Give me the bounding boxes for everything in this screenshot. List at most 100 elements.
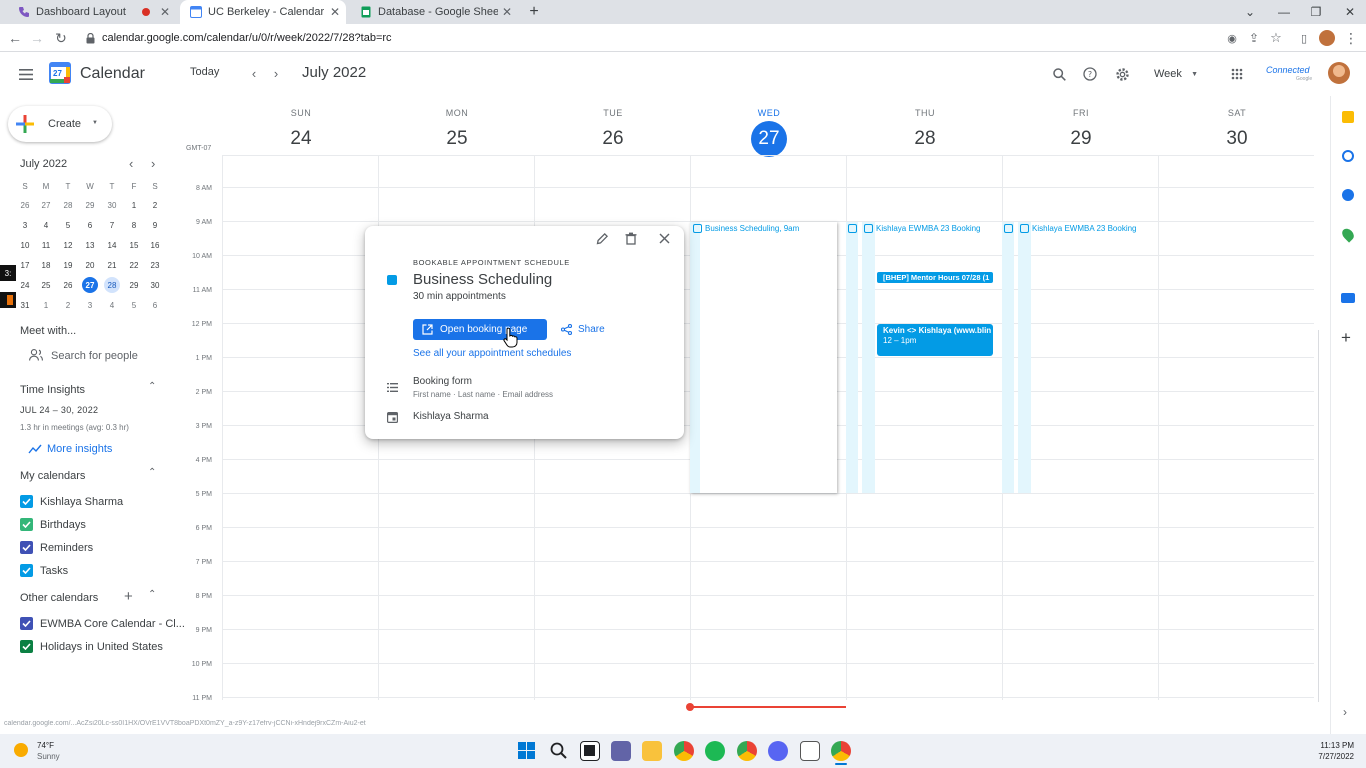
create-button[interactable]: Create ▼ (8, 106, 112, 142)
discord-icon[interactable] (768, 741, 788, 761)
availability-strip[interactable] (862, 222, 875, 493)
day-number[interactable]: 24 (283, 121, 319, 157)
collapse-chevron-icon[interactable]: ⌃ (148, 589, 156, 600)
mini-day[interactable]: 28 (104, 277, 120, 293)
mini-day[interactable]: 21 (101, 255, 123, 275)
event-kevin-meeting[interactable]: Kevin <> Kishlaya (www.blin 12 – 1pm (877, 324, 993, 356)
add-addon-plus-icon[interactable]: + (1341, 328, 1351, 348)
event-business-scheduling[interactable]: Business Scheduling, 9am (693, 224, 799, 233)
mini-day[interactable]: 26 (14, 195, 36, 215)
mini-day[interactable]: 17 (14, 255, 36, 275)
mini-day[interactable]: 25 (35, 275, 57, 295)
help-icon[interactable]: ? (1081, 65, 1099, 83)
mini-day[interactable]: 1 (35, 295, 57, 315)
spotify-icon[interactable] (705, 741, 725, 761)
day-number[interactable]: 26 (595, 121, 631, 157)
account-avatar[interactable] (1328, 62, 1350, 84)
overlay-widget[interactable]: 3: (0, 265, 16, 281)
mini-day[interactable]: 23 (144, 255, 166, 275)
mini-day[interactable]: 27 (35, 195, 57, 215)
mini-day[interactable]: 7 (101, 215, 123, 235)
mini-day[interactable]: 4 (101, 295, 123, 315)
add-calendar-plus-icon[interactable]: + (124, 588, 133, 605)
event-booking-thu[interactable]: Kishlaya EWMBA 23 Booking (848, 224, 981, 233)
grid-scrollbar[interactable] (1318, 330, 1324, 702)
day-number[interactable]: 27 (751, 121, 787, 157)
new-tab-button[interactable]: + (518, 0, 550, 24)
meet-video-icon[interactable] (1341, 293, 1355, 303)
maximize-button[interactable]: ❐ (1300, 0, 1332, 24)
mini-day[interactable]: 13 (79, 235, 101, 255)
contacts-icon[interactable] (1342, 189, 1354, 201)
mini-day[interactable]: 28 (57, 195, 79, 215)
close-window-button[interactable]: ✕ (1334, 0, 1366, 24)
mini-day[interactable]: 27 (82, 277, 98, 293)
weather-sun-icon[interactable] (14, 743, 28, 757)
event-mentor-hours[interactable]: [BHEP] Mentor Hours 07/28 (1 (877, 272, 993, 283)
minimize-button[interactable]: — (1268, 0, 1300, 24)
mini-day[interactable]: 18 (35, 255, 57, 275)
browser-tab-sheets[interactable]: Database - Google Sheets ✕ (350, 0, 518, 24)
mini-day[interactable]: 5 (57, 215, 79, 235)
settings-gear-icon[interactable] (1113, 65, 1131, 83)
reload-icon[interactable]: ↻ (51, 28, 71, 48)
today-button[interactable]: Today (190, 66, 219, 78)
appointment-schedule-block[interactable] (690, 222, 837, 493)
tasks-icon[interactable] (1342, 150, 1354, 162)
edit-pencil-icon[interactable] (596, 232, 609, 245)
open-booking-page-button[interactable]: Open booking page (413, 319, 547, 340)
next-week-chevron-icon[interactable]: › (268, 64, 284, 82)
day-number[interactable]: 25 (439, 121, 475, 157)
mini-day[interactable]: 2 (57, 295, 79, 315)
close-tab-icon[interactable]: ✕ (160, 5, 170, 19)
search-people-input[interactable]: Search for people (20, 345, 170, 367)
mini-day[interactable]: 15 (123, 235, 145, 255)
side-panel-icon[interactable]: ▯ (1294, 28, 1314, 48)
overlay-widget[interactable] (0, 292, 16, 308)
taskbar-search-icon[interactable] (550, 742, 567, 759)
maps-icon[interactable] (1339, 226, 1357, 243)
calendar-checkbox[interactable] (20, 541, 33, 554)
mini-day[interactable]: 22 (123, 255, 145, 275)
chrome-profile-icon[interactable] (737, 741, 757, 761)
teams-chat-icon[interactable] (611, 741, 631, 761)
mini-day[interactable]: 6 (79, 215, 101, 235)
mini-day[interactable]: 26 (57, 275, 79, 295)
mini-day[interactable]: 12 (57, 235, 79, 255)
mini-day[interactable]: 16 (144, 235, 166, 255)
close-tab-icon[interactable]: ✕ (330, 5, 340, 19)
file-explorer-icon[interactable] (642, 741, 662, 761)
calendar-checkbox[interactable] (20, 495, 33, 508)
mini-day[interactable]: 30 (101, 195, 123, 215)
mini-day[interactable]: 3 (79, 295, 101, 315)
availability-strip[interactable] (1018, 222, 1031, 493)
day-number[interactable]: 29 (1063, 121, 1099, 157)
tab-search-chevron-icon[interactable]: ⌄ (1234, 0, 1266, 24)
availability-strip[interactable] (846, 222, 858, 493)
day-number[interactable]: 28 (907, 121, 943, 157)
chrome-icon[interactable] (674, 741, 694, 761)
mini-day[interactable]: 19 (57, 255, 79, 275)
previous-week-chevron-icon[interactable]: ‹ (246, 64, 262, 82)
mini-prev-chevron-icon[interactable]: ‹ (129, 156, 133, 171)
mini-day[interactable]: 29 (123, 275, 145, 295)
event-booking-fri[interactable]: Kishlaya EWMBA 23 Booking (1004, 224, 1137, 233)
calendar-checkbox[interactable] (20, 617, 33, 630)
mini-day[interactable]: 14 (101, 235, 123, 255)
browser-tab-dashboard[interactable]: Dashboard Layout ✕ (8, 0, 176, 24)
back-arrow-icon[interactable]: ← (5, 28, 25, 48)
view-switcher-dropdown[interactable]: Week ▼ (1146, 63, 1206, 85)
forward-arrow-icon[interactable]: → (27, 28, 47, 48)
search-icon[interactable] (1050, 65, 1068, 83)
collapse-chevron-icon[interactable]: ⌃ (148, 381, 156, 392)
chrome-active-icon[interactable] (831, 741, 851, 761)
mini-day[interactable]: 30 (144, 275, 166, 295)
delete-trash-icon[interactable] (625, 232, 637, 245)
close-tab-icon[interactable]: ✕ (502, 5, 512, 19)
share-page-icon[interactable]: ⇪ (1244, 28, 1264, 48)
mini-day[interactable]: 2 (144, 195, 166, 215)
address-bar[interactable]: calendar.google.com/calendar/u/0/r/week/… (86, 28, 1214, 48)
expand-panel-chevron-icon[interactable]: › (1343, 705, 1347, 719)
more-insights-link[interactable]: More insights (28, 442, 128, 456)
close-icon[interactable] (659, 233, 670, 244)
